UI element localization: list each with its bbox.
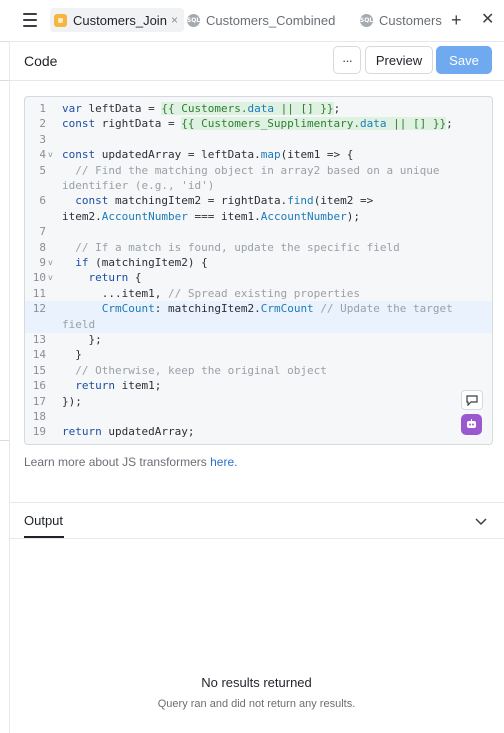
line-number: 1	[39, 102, 46, 115]
code-text: identifier (e.g., 'id')	[62, 179, 215, 192]
code-line[interactable]: 15 // Otherwise, keep the original objec…	[25, 363, 492, 379]
line-number: 4	[39, 148, 46, 162]
code-editor[interactable]: 1 var leftData = {{ Customers.data || [] …	[24, 96, 493, 445]
more-options-button[interactable]: ···	[333, 46, 361, 74]
code-line[interactable]: 2 const rightData = {{ Customers_Supplime…	[25, 116, 492, 132]
line-number: 12	[32, 302, 46, 316]
preview-button[interactable]: Preview	[365, 46, 433, 74]
code-text: return updatedArray;	[62, 425, 195, 439]
line-number: 3	[39, 132, 46, 146]
code-text: if (matchingItem2) {	[75, 256, 208, 269]
output-title[interactable]: Output	[24, 513, 63, 528]
code-line[interactable]: 12 CrmCount: matchingItem2.CrmCount // U…	[25, 301, 492, 318]
code-text: const matchingItem2 = rightData.find(ite…	[75, 194, 374, 208]
code-text: }	[62, 348, 82, 362]
code-text: });	[62, 394, 82, 408]
save-button[interactable]: Save	[436, 46, 492, 74]
line-number: 10	[32, 271, 46, 285]
fold-chevron-icon[interactable]: v	[48, 270, 53, 286]
line-number: 15	[32, 363, 46, 377]
empty-state-subtitle: Query ran and did not return any results…	[157, 698, 356, 710]
code-line[interactable]: 18	[25, 409, 492, 425]
fold-chevron-icon[interactable]: v	[48, 255, 53, 271]
line-number: 18	[32, 410, 46, 423]
chevron-down-icon[interactable]	[474, 514, 488, 528]
tab-label: Customers_Join	[73, 12, 167, 28]
line-number: 7	[39, 225, 46, 239]
learn-more-text: Learn more about JS transformers here.	[24, 455, 238, 469]
code-line[interactable]: 14 }	[25, 347, 492, 363]
line-number: 5	[39, 163, 46, 177]
code-line[interactable]: 17});	[25, 394, 492, 410]
add-tab-icon[interactable]: +	[451, 10, 462, 30]
line-number: 2	[39, 117, 46, 131]
learn-more-link[interactable]: here.	[210, 455, 237, 469]
line-number: 9	[39, 256, 46, 269]
panel-title: Code	[24, 53, 58, 69]
code-text: return {	[88, 271, 142, 285]
code-line[interactable]: 5 // Find the matching object in array2 …	[25, 163, 492, 179]
line-number: 16	[32, 379, 46, 393]
line-number: 8	[39, 240, 46, 254]
line-number: 6	[39, 194, 46, 208]
code-line[interactable]: 13 };	[25, 332, 492, 348]
line-number: 14	[32, 348, 46, 362]
code-line[interactable]: item2.AccountNumber === item1.AccountNum…	[25, 209, 492, 225]
code-line[interactable]: field	[25, 316, 492, 333]
ai-assistant-icon[interactable]	[461, 414, 482, 435]
tab-label: Customers_Combined	[206, 12, 336, 28]
code-text: var leftData = {{ Customers.data || [] }…	[62, 102, 341, 115]
line-number: 19	[32, 425, 46, 439]
query-header: Code ··· Preview Save	[9, 41, 504, 81]
code-text: };	[62, 333, 102, 346]
code-text: const updatedArray = leftData.map(item1 …	[62, 148, 354, 162]
tab-customers-join[interactable]: ▦ Customers_Join ×	[50, 8, 184, 32]
divider	[9, 538, 504, 539]
fold-chevron-icon[interactable]: v	[48, 147, 53, 163]
line-number: 17	[32, 394, 46, 408]
code-line[interactable]: 6 const matchingItem2 = rightData.find(i…	[25, 193, 492, 209]
empty-state-title: No results returned	[201, 675, 312, 690]
code-text: item2.AccountNumber === item1.AccountNum…	[62, 209, 361, 223]
code-text: // Find the matching object in array2 ba…	[75, 163, 440, 177]
js-transformer-icon: ▦	[54, 13, 67, 27]
code-line[interactable]: 7	[25, 224, 492, 240]
code-text: ...item1, // Spread existing properties	[62, 286, 361, 300]
tab-customers[interactable]: SQL Customers	[360, 8, 442, 32]
code-text: CrmCount: matchingItem2.CrmCount // Upda…	[101, 302, 453, 316]
line-number: 13	[32, 333, 46, 346]
code-line[interactable]: 19 return updatedArray;	[25, 424, 492, 440]
hamburger-menu-icon[interactable]	[23, 13, 37, 27]
tab-customers-combined[interactable]: SQL Customers_Combined	[187, 8, 335, 32]
divider	[9, 502, 504, 503]
code-text: // Otherwise, keep the original object	[75, 363, 327, 377]
code-text: return item1;	[75, 379, 162, 393]
query-tabs-bar: ▦ Customers_Join × SQL Customers_Combine…	[9, 0, 504, 42]
code-text: const rightData = {{ Customers_Supplimen…	[62, 117, 453, 131]
sql-query-icon: SQL	[187, 13, 200, 27]
code-line[interactable]: 3	[25, 132, 492, 148]
code-line[interactable]: 1 var leftData = {{ Customers.data || [] …	[25, 101, 492, 117]
code-line[interactable]: 9v if (matchingItem2) {	[25, 255, 492, 271]
left-panel-edge	[0, 0, 10, 733]
code-line[interactable]: 4 v const updatedArray = leftData.map(item…	[25, 147, 492, 163]
close-panel-icon[interactable]: ✕	[481, 10, 494, 30]
comment-icon[interactable]	[461, 390, 483, 410]
code-line[interactable]: 10 v return {	[25, 270, 492, 286]
code-text: // If a match is found, update the speci…	[75, 240, 400, 254]
code-line[interactable]: 11 ...item1, // Spread existing properti…	[25, 286, 492, 302]
code-text: field	[62, 317, 96, 331]
code-line[interactable]: 16 return item1;	[25, 378, 492, 394]
line-number: 11	[32, 286, 46, 300]
code-line[interactable]: 8 // If a match is found, update the spe…	[25, 240, 492, 256]
tab-label: Customers	[379, 12, 442, 28]
tab-close-icon[interactable]: ×	[171, 13, 178, 27]
sql-query-icon: SQL	[360, 13, 373, 27]
code-line[interactable]: identifier (e.g., 'id')	[25, 178, 492, 194]
